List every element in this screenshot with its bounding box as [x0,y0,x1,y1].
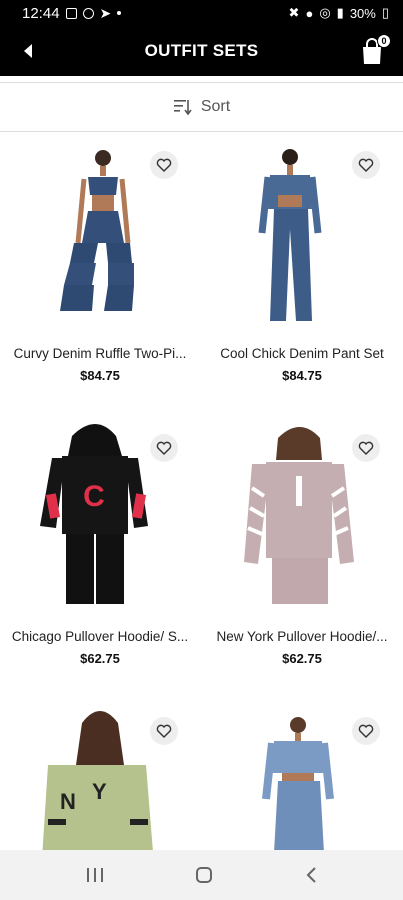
product-card[interactable] [202,699,402,850]
heart-icon [156,441,172,455]
heart-icon [358,441,374,455]
svg-text:Y: Y [92,779,107,804]
back-button[interactable] [16,39,40,63]
sort-icon [173,100,192,116]
product-card[interactable]: C Chicago Pullover Hoodie/ S... $62.75 [0,416,200,686]
svg-text:N: N [60,789,76,814]
sort-button[interactable]: Sort [0,82,403,132]
favorite-button[interactable] [150,151,178,179]
sort-label: Sort [200,98,231,115]
favorite-button[interactable] [352,717,380,745]
product-name[interactable]: Cool Chick Denim Pant Set [202,346,402,361]
favorite-button[interactable] [352,151,380,179]
location-icon: ● [305,5,314,21]
product-card[interactable]: New York Pullover Hoodie/... $62.75 [202,416,402,686]
gallery-icon [65,7,77,19]
notification-dot-icon [117,11,122,15]
heart-icon [358,724,374,738]
product-price: $62.75 [282,651,322,666]
product-price: $62.75 [80,651,120,666]
product-grid: Curvy Denim Ruffle Two-Pi... $84.75 Cool… [0,133,403,850]
favorite-button[interactable] [150,717,178,745]
cart-count-badge: 0 [377,34,391,48]
recent-apps-icon[interactable] [85,866,105,884]
heart-icon [358,158,374,172]
back-nav-icon[interactable] [304,866,318,884]
product-card[interactable]: N Y [0,699,200,850]
chevron-left-icon [24,44,32,58]
product-card[interactable]: Curvy Denim Ruffle Two-Pi... $84.75 [0,133,200,403]
battery-icon: ▯ [381,5,389,20]
svg-text:C: C [83,480,105,513]
status-bar: 12:44 ➤ ✖ ● ◎ ▮ 30% ▯ [0,0,403,26]
product-name[interactable]: New York Pullover Hoodie/... [202,629,402,644]
cart-button[interactable]: 0 [359,34,391,66]
app-bar: OUTFIT SETS 0 [0,26,403,76]
battery-percent: 30% [349,5,376,21]
heart-icon [156,158,172,172]
status-time: 12:44 [22,4,60,22]
heart-icon [156,724,172,738]
product-price: $84.75 [80,368,120,383]
signal-icon: ▮ [336,5,344,20]
home-icon[interactable] [194,865,214,885]
favorite-button[interactable] [150,434,178,462]
wifi-icon: ◎ [319,5,331,20]
product-name[interactable]: Curvy Denim Ruffle Two-Pi... [0,346,200,361]
product-card[interactable]: Cool Chick Denim Pant Set $84.75 [202,133,402,403]
product-name[interactable]: Chicago Pullover Hoodie/ S... [0,629,200,644]
whatsapp-icon [82,7,94,19]
send-icon: ➤ [99,4,112,21]
system-nav-bar [0,850,403,900]
product-price: $84.75 [282,368,322,383]
page-title: OUTFIT SETS [144,41,259,60]
favorite-button[interactable] [352,434,380,462]
mute-icon: ✖ [288,5,300,20]
